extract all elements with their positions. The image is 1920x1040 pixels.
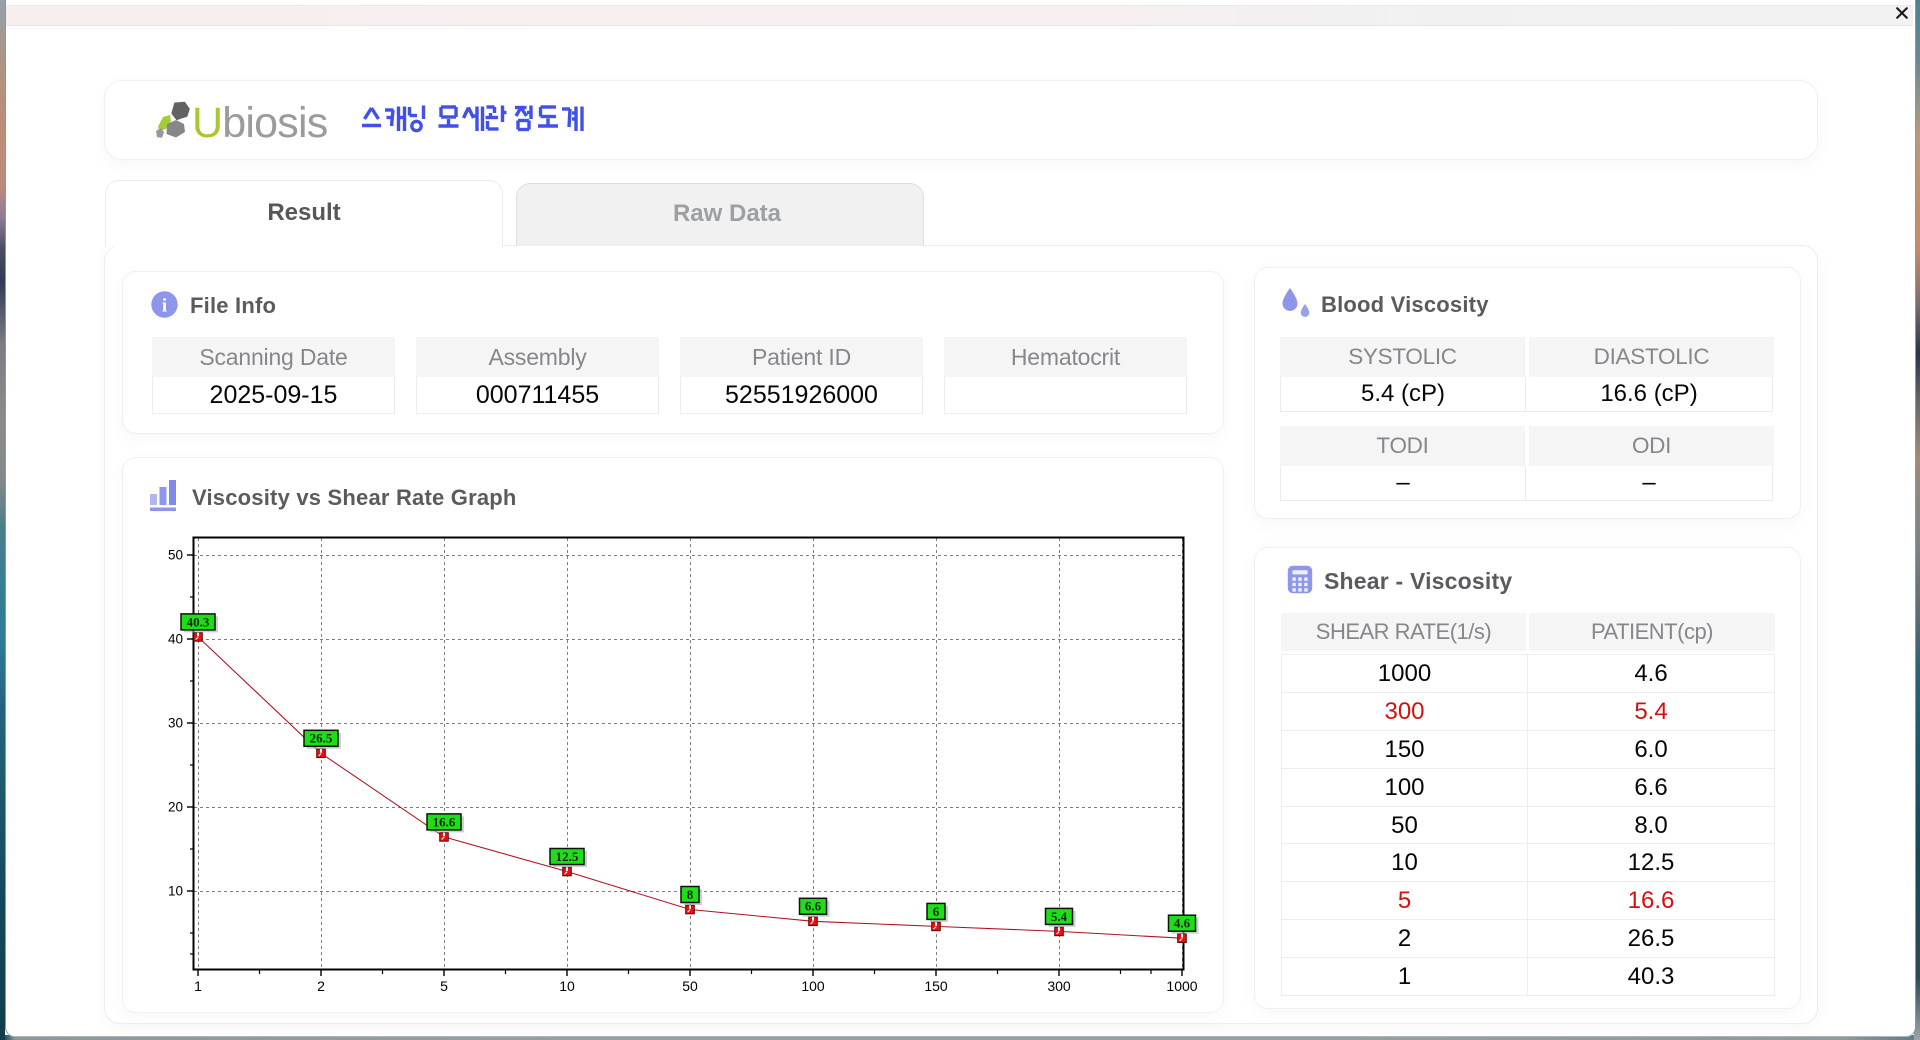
svg-text:i: i: [162, 296, 167, 317]
